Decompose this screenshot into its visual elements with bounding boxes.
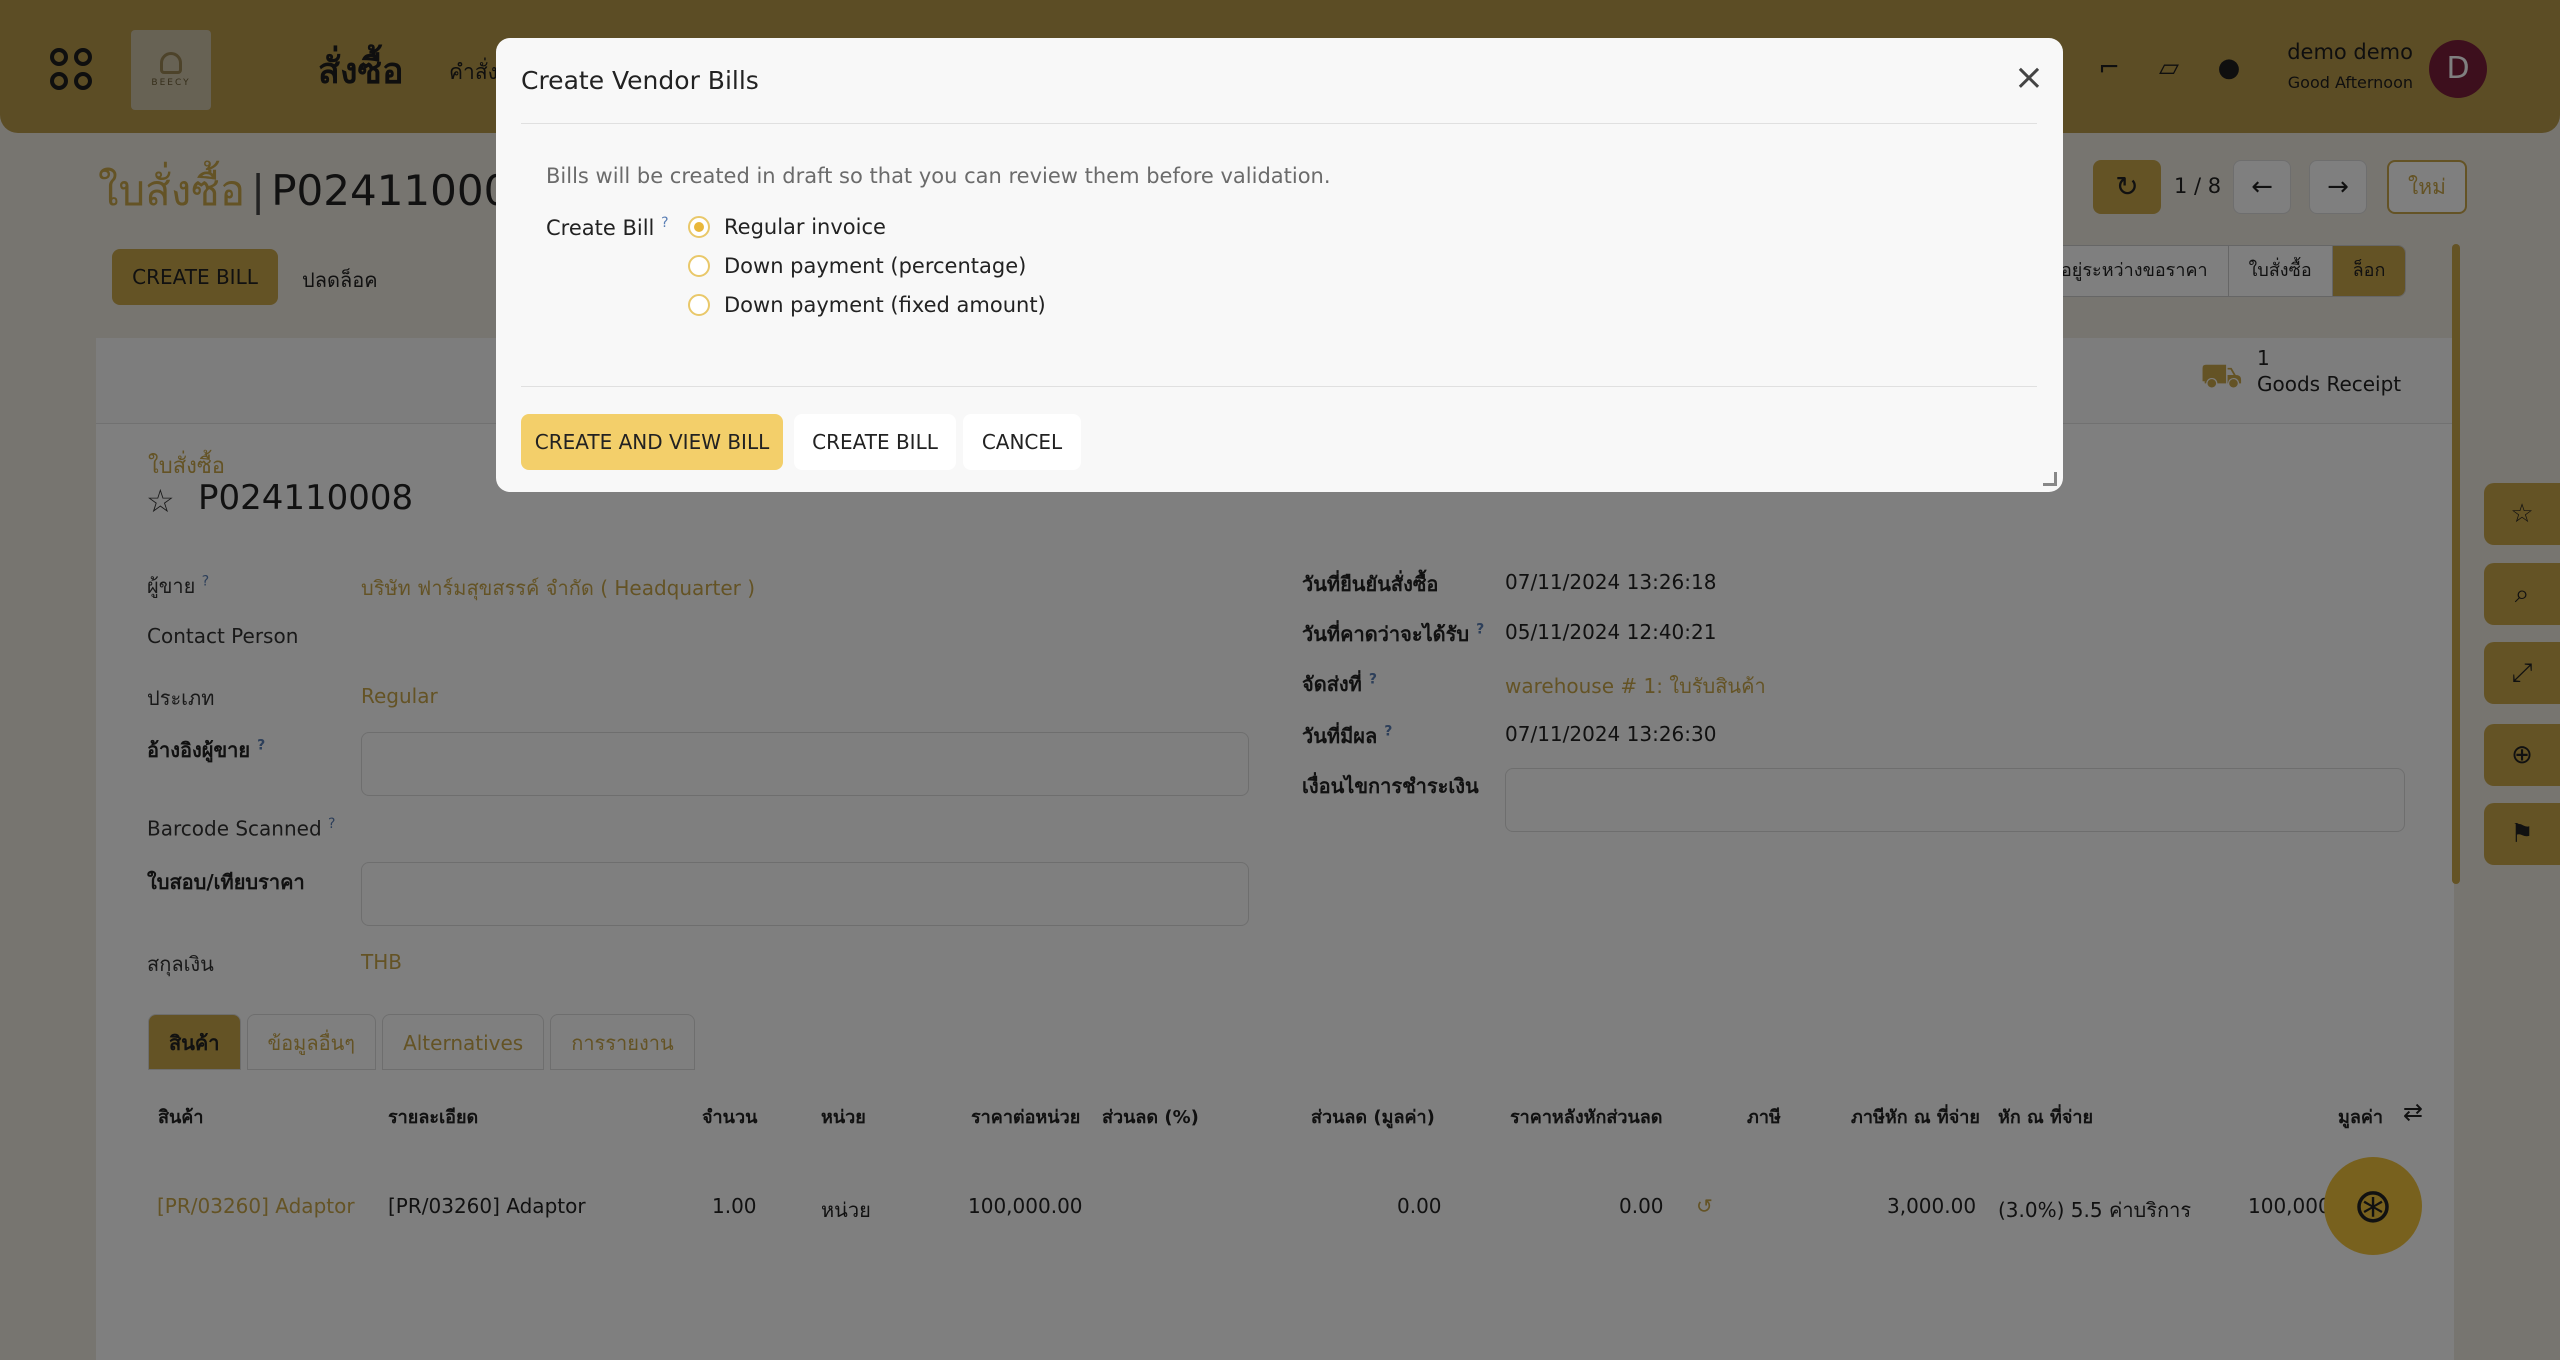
create-vendor-bills-dialog: Create Vendor Bills × Bills will be crea…: [496, 38, 2063, 492]
radio-label[interactable]: Regular invoice: [724, 215, 886, 239]
dialog-title: Create Vendor Bills: [521, 66, 759, 95]
radio-button[interactable]: [688, 255, 710, 277]
resize-handle[interactable]: [2043, 472, 2057, 486]
header-divider: [521, 123, 2037, 124]
radio-label[interactable]: Down payment (percentage): [724, 254, 1026, 278]
radio-down-payment-percentage[interactable]: Down payment (percentage): [688, 254, 1026, 278]
create-and-view-bill-button[interactable]: CREATE AND VIEW BILL: [521, 414, 783, 470]
close-icon[interactable]: ×: [2011, 60, 2047, 96]
cancel-button[interactable]: CANCEL: [963, 414, 1081, 470]
radio-label[interactable]: Down payment (fixed amount): [724, 293, 1046, 317]
create-bill-label: Create Bill ?: [546, 215, 669, 240]
radio-down-payment-fixed[interactable]: Down payment (fixed amount): [688, 293, 1046, 317]
dialog-note: Bills will be created in draft so that y…: [546, 164, 1331, 188]
create-bill-button[interactable]: CREATE BILL: [794, 414, 956, 470]
footer-divider: [521, 386, 2037, 387]
radio-button[interactable]: [688, 216, 710, 238]
help-tooltip-icon[interactable]: ?: [661, 215, 668, 231]
radio-button[interactable]: [688, 294, 710, 316]
radio-regular-invoice[interactable]: Regular invoice: [688, 215, 886, 239]
